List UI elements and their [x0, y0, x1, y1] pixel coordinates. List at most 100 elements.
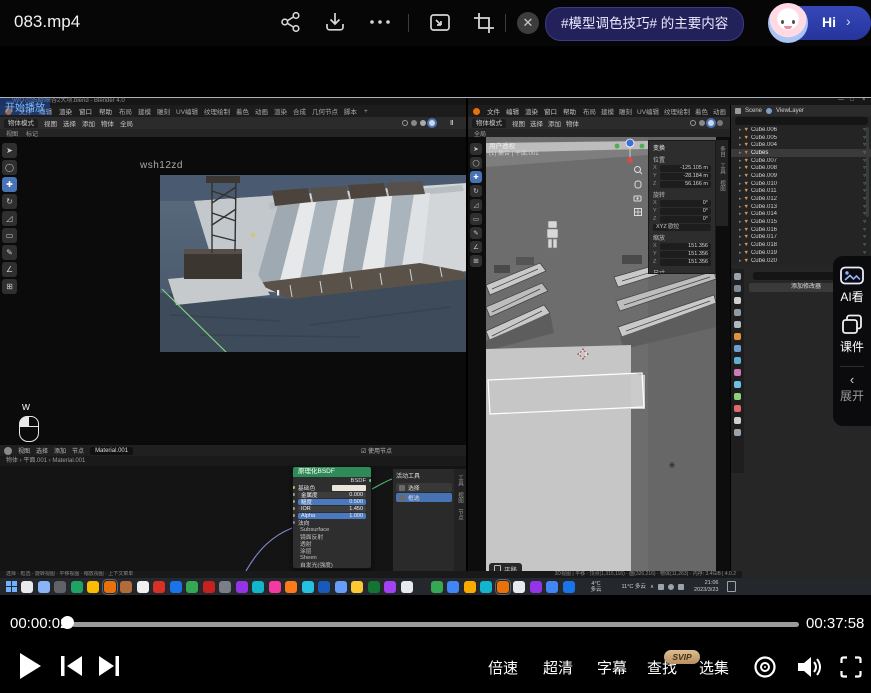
speed-button[interactable]: 倍速 — [488, 657, 518, 678]
taskbar-app-icon[interactable] — [480, 581, 492, 593]
rotation-row[interactable]: Z0° — [653, 216, 711, 223]
record-icon[interactable] — [753, 655, 777, 679]
taskbar-app-icon[interactable] — [318, 581, 330, 593]
pan-gadget-icon[interactable] — [633, 179, 643, 189]
tool-button[interactable]: ↻ — [470, 185, 482, 197]
taskbar-app-icon[interactable] — [104, 581, 116, 593]
taskbar-app-icon[interactable] — [401, 581, 413, 593]
taskbar-app-icon[interactable] — [285, 581, 297, 593]
crop-icon[interactable] — [472, 11, 496, 35]
taskbar-app-icon[interactable] — [546, 581, 558, 593]
taskbar-app-icon[interactable] — [54, 581, 66, 593]
outliner-row[interactable]: ▸ ▼ Cube.012 ▿ — [731, 195, 871, 203]
expand-button[interactable]: ‹ 展开 — [840, 375, 864, 404]
video-frame[interactable]: …\WO7035期\峡谷2大坝.blend - Blender 4.0 — □ … — [0, 97, 871, 595]
viewport-menu-item[interactable]: 添加 — [82, 118, 95, 128]
tool-button[interactable]: ✚ — [470, 171, 482, 183]
tool-button[interactable]: ➤ — [470, 143, 482, 155]
outliner-scrollbar[interactable] — [866, 127, 869, 217]
properties-tab-icon[interactable] — [734, 309, 741, 316]
shader-editor[interactable]: 视图选择添加节点 Material.001 ☑ 使用节点 物体 › 平面.001… — [0, 445, 466, 571]
collapsed-section-row[interactable]: 涂层 — [293, 547, 371, 554]
normal-row[interactable]: 法向 — [293, 519, 371, 526]
menu-item[interactable]: 渲染 — [59, 106, 72, 116]
viewlayer-name[interactable]: ViewLayer — [776, 108, 804, 114]
viewport-menu-item[interactable]: 物体 — [566, 118, 579, 128]
tool-button[interactable]: ⊞ — [2, 279, 17, 294]
tool-button[interactable]: ∠ — [470, 241, 482, 253]
orientation-dropdown-right[interactable]: 全局 — [474, 129, 486, 137]
image-menu-item[interactable]: 标记 — [26, 129, 38, 137]
properties-tab-icon[interactable] — [734, 345, 741, 352]
properties-tab-icon[interactable] — [734, 333, 741, 340]
tool-button[interactable]: ✚ — [2, 177, 17, 192]
use-nodes-toggle[interactable]: ☑ 使用节点 — [361, 446, 462, 455]
outliner-row[interactable]: ▸ ▼ Cube.017 ▿ — [731, 234, 871, 242]
node-graph[interactable]: 原理化BSDF BSDF 基础色 金属度0.000 — [0, 466, 466, 571]
workspace-tab[interactable]: 合成 — [293, 106, 306, 116]
taskbar-app-icon[interactable] — [351, 581, 363, 593]
taskbar-app-icon[interactable] — [137, 581, 149, 593]
workspace-tab[interactable]: 布局 — [583, 106, 596, 116]
shader-menu-item[interactable]: 视图 — [18, 446, 30, 455]
properties-tab-icon[interactable] — [734, 429, 741, 436]
tray-weather[interactable]: 11°C 多云 — [622, 584, 646, 590]
scene-name[interactable]: Scene — [745, 108, 762, 114]
euler-dropdown[interactable]: XYZ 欧拉 — [653, 224, 711, 231]
start-button-icon[interactable] — [6, 581, 17, 592]
taskbar-app-icon[interactable] — [530, 581, 542, 593]
episodes-button[interactable]: 选集 — [699, 657, 729, 678]
more-icon[interactable] — [367, 11, 391, 35]
taskbar-app-icon[interactable] — [236, 581, 248, 593]
taskbar-app-icon[interactable] — [203, 581, 215, 593]
workspace-tab[interactable]: 渲染 — [274, 106, 287, 116]
transform-title[interactable]: 变换 — [649, 141, 715, 154]
download-icon[interactable] — [324, 11, 348, 35]
viewport-menu-item[interactable]: 物体 — [101, 118, 114, 128]
workspace-tab[interactable]: 纹理绘制 — [204, 106, 230, 116]
properties-tab-icon[interactable] — [734, 369, 741, 376]
menu-item[interactable]: 窗口 — [79, 106, 92, 116]
base-color-swatch[interactable] — [332, 485, 366, 491]
outliner-row[interactable]: ▸ ▼ Cube.007 ▿ — [731, 157, 871, 165]
menu-item[interactable]: 渲染 — [525, 106, 538, 116]
taskbar-app-icon[interactable] — [71, 581, 83, 593]
scale-row[interactable]: X151.356 — [653, 243, 711, 250]
taskbar-app-icon[interactable] — [120, 581, 132, 593]
notification-icon[interactable] — [727, 581, 736, 592]
tray-network-icon[interactable] — [668, 584, 674, 590]
location-row[interactable]: Z56.166 m — [653, 181, 711, 188]
tool-button[interactable]: ↻ — [2, 194, 17, 209]
outliner-row[interactable]: ▸ ▼ Cubes ▿ — [731, 149, 871, 157]
menu-item[interactable]: 窗口 — [544, 106, 557, 116]
taskbar-app-icon[interactable] — [384, 581, 396, 593]
outliner-row[interactable]: ▸ ▼ Cube.011 ▿ — [731, 188, 871, 196]
shader-side-tab[interactable]: 节点 — [456, 509, 464, 520]
workspace-tab[interactable]: 着色 — [236, 106, 249, 116]
mode-dropdown[interactable]: 物体模式 — [4, 119, 38, 128]
outliner-row[interactable]: ▸ ▼ Cube.015 ▿ — [731, 218, 871, 226]
workspace-tab[interactable]: 布局 — [119, 106, 132, 116]
location-row[interactable]: Y-28.184 m — [653, 173, 711, 180]
tool-button[interactable]: ◿ — [2, 211, 17, 226]
tool-button[interactable]: ⊞ — [470, 255, 482, 267]
taskbar-app-icon[interactable] — [497, 581, 509, 593]
outliner-row[interactable]: ▸ ▼ Cube.009 ▿ — [731, 172, 871, 180]
tool-button[interactable]: ➤ — [2, 143, 17, 158]
editor-type-icon[interactable] — [4, 447, 12, 455]
shader-menu-item[interactable]: 添加 — [54, 446, 66, 455]
properties-tab-icon[interactable] — [734, 417, 741, 424]
tool-panel-item[interactable]: 选择 — [396, 483, 452, 492]
workspace-tab[interactable]: 纹理绘制 — [664, 106, 690, 116]
properties-tab-icon[interactable] — [734, 321, 741, 328]
npanel-tab[interactable]: 条目 — [718, 146, 726, 157]
menu-item[interactable]: 文件 — [487, 106, 500, 116]
properties-tab-icon[interactable] — [734, 273, 741, 280]
workspace-tab[interactable]: 着色 — [695, 106, 708, 116]
taskbar-app-icon[interactable] — [87, 581, 99, 593]
outliner[interactable]: Scene ViewLayer ▸ ▼ Cube.006 ▿ ▸ ▼ Cube.… — [730, 105, 871, 265]
subtitles-button[interactable]: 字幕 — [597, 657, 627, 678]
outliner-row[interactable]: ▸ ▼ Cube.010 ▿ — [731, 180, 871, 188]
shader-side-tab[interactable]: 工具 — [456, 475, 464, 486]
camera-gadget-icon[interactable] — [633, 193, 643, 203]
